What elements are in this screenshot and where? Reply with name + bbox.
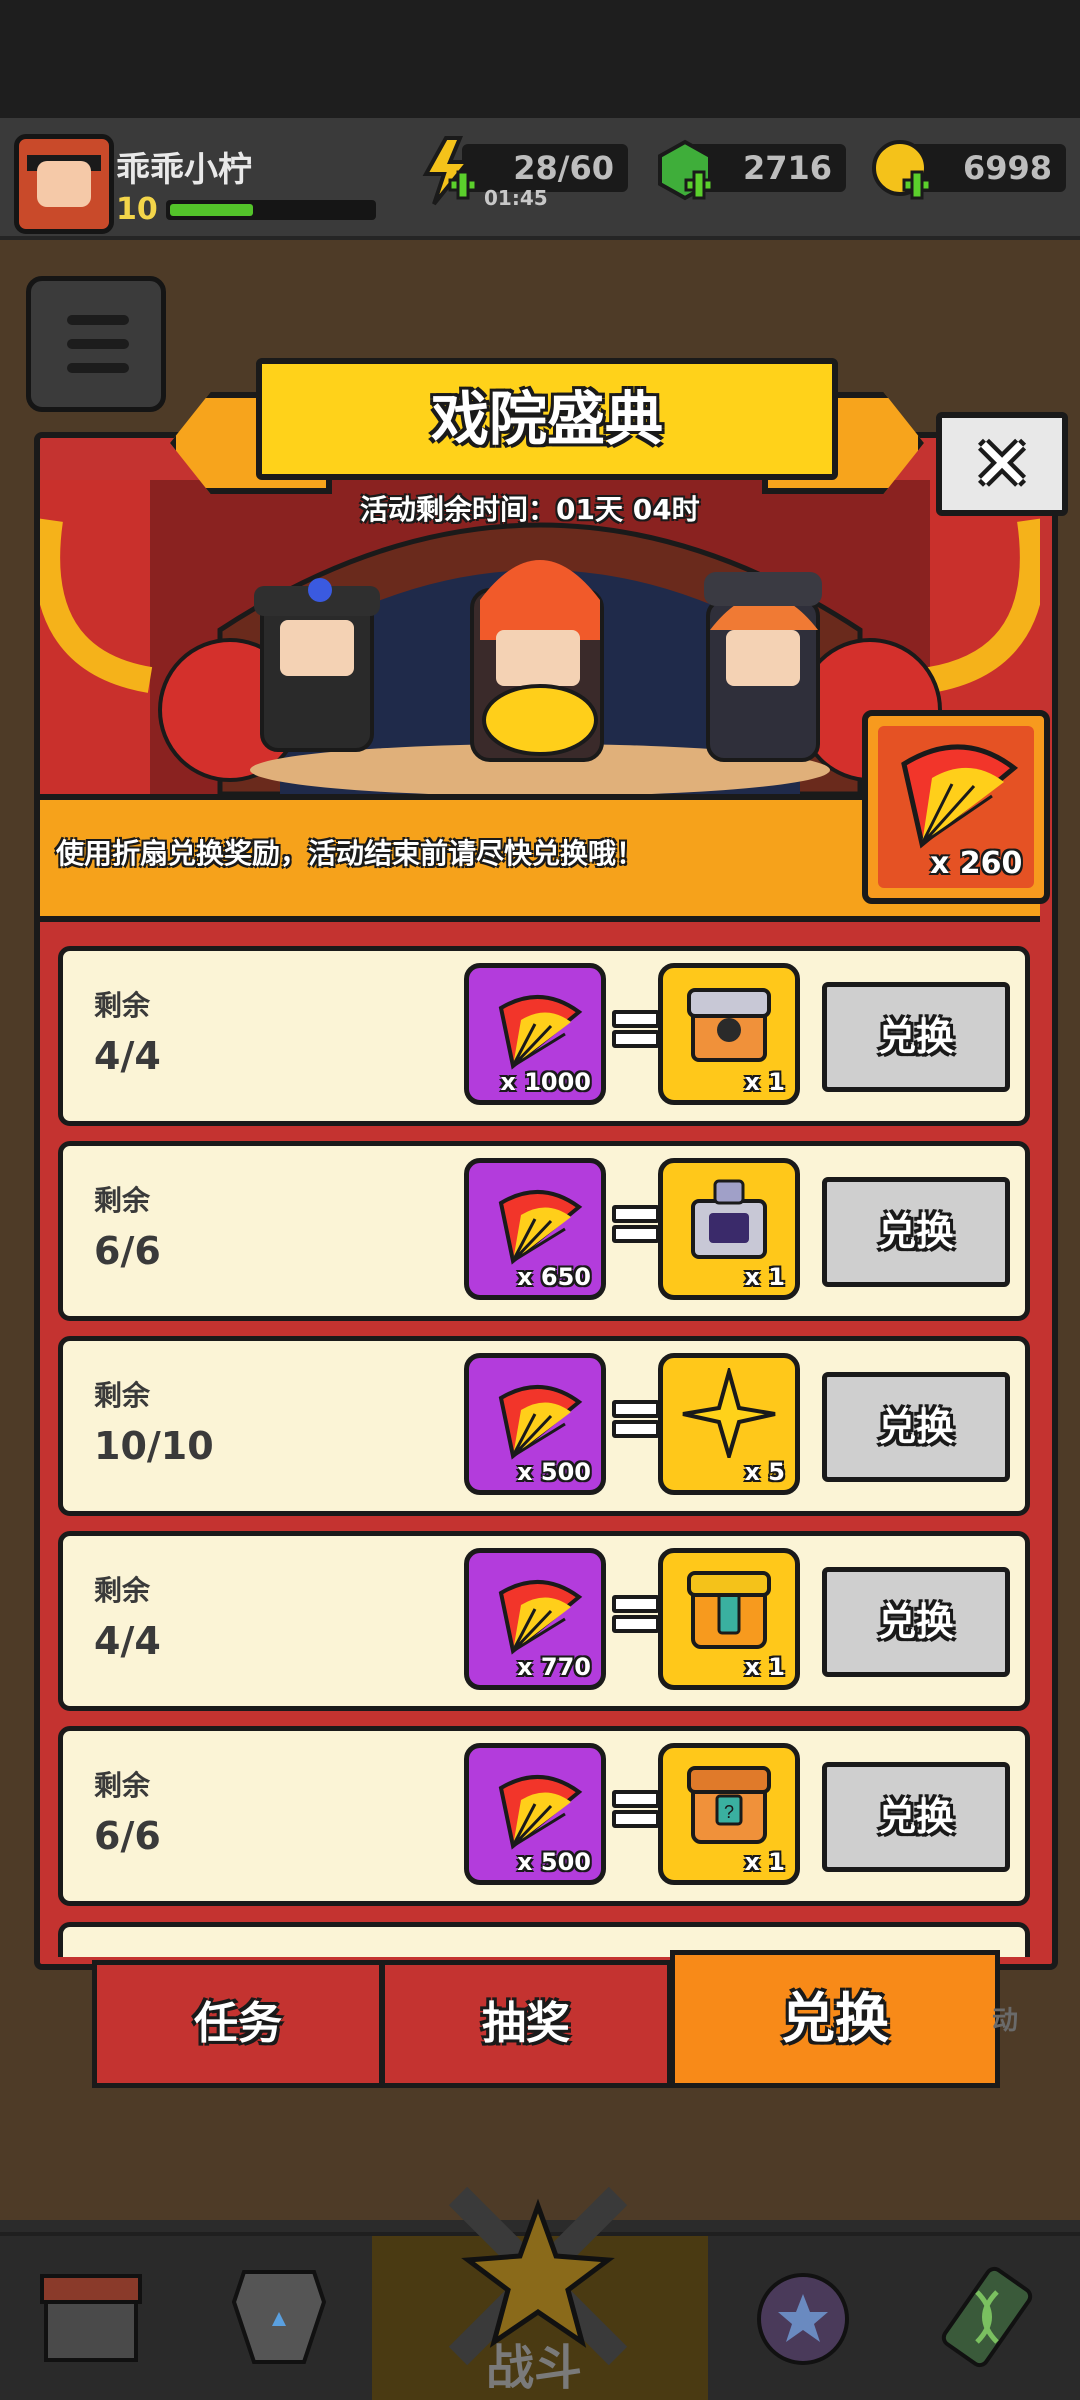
cost-amount: x 770 [517,1653,591,1681]
energy-add-icon[interactable] [416,134,482,208]
nav-battle-label: 战斗 [486,2340,583,2396]
gem-add-icon[interactable] [650,136,720,206]
reward-quantity: x 1 [744,1848,785,1876]
event-title: 戏院盛典 [256,358,838,480]
tab-exchange[interactable]: 兑换 [670,1950,1000,2088]
remaining-count: 4/4 [94,1619,161,1663]
nav-equipment[interactable] [184,2236,376,2400]
reward-quantity: x 1 [744,1263,785,1291]
exchange-button[interactable]: 兑换 [822,1567,1010,1677]
close-icon: ✕ [971,422,1033,506]
player-avatar[interactable] [14,134,114,234]
remaining-count: 4/4 [94,1034,161,1078]
remaining-label: 剩余 [94,1379,151,1412]
tab-task[interactable]: 任务 [92,1960,384,2088]
equals-icon [612,1595,660,1633]
fan-icon [495,1768,585,1856]
equals-icon [612,1400,660,1438]
cost-amount: x 500 [517,1848,591,1876]
fan-icon [495,988,585,1076]
close-button[interactable]: ✕ [936,412,1068,516]
nav-evolve[interactable] [896,2236,1080,2400]
cost-amount: x 1000 [500,1068,591,1096]
reward-quantity: x 1 [744,1068,785,1096]
purple-chest-icon [679,1173,779,1267]
fan-icon [495,1573,585,1661]
xp-bar-fill [170,204,253,216]
reward-item[interactable]: ? x 1 [658,1743,800,1885]
notice-text: 使用折扇兑换奖励，活动结束前请尽快兑换哦！ [56,837,645,870]
gold-chest-icon [679,1563,779,1657]
menu-button[interactable] [26,276,166,412]
exchange-button[interactable]: 兑换 [822,1372,1010,1482]
svg-text:?: ? [724,1802,734,1822]
remaining-count: 6/6 [94,1814,161,1858]
cost-item: x 650 [464,1158,606,1300]
cost-item: x 500 [464,1743,606,1885]
remaining-label: 剩余 [94,1769,151,1802]
remaining-label: 剩余 [94,989,151,1022]
exchange-button[interactable]: 兑换 [822,1177,1010,1287]
event-timer: 活动剩余时间：01天 04时 [360,493,700,526]
reward-quantity: x 5 [744,1458,785,1486]
armor-icon [231,2270,327,2364]
system-status-bar [0,0,1080,118]
equals-icon [612,1790,660,1828]
energy-timer: 01:45 [484,186,548,210]
reward-item[interactable]: x 5 [658,1353,800,1495]
fan-count: x 260 [930,846,1023,881]
star-shard-icon [679,1364,779,1464]
shop-icon [40,2274,142,2362]
cost-item: x 500 [464,1353,606,1495]
cost-item: x 770 [464,1548,606,1690]
nav-skills[interactable] [708,2236,900,2400]
cost-amount: x 500 [517,1458,591,1486]
cost-amount: x 650 [517,1263,591,1291]
remaining-label: 剩余 [94,1184,151,1217]
tab-lottery[interactable]: 抽奖 [380,1960,672,2088]
equals-icon [612,1010,660,1048]
exchange-button[interactable]: 兑换 [822,1762,1010,1872]
player-name: 乖乖小柠 [116,150,252,190]
exchange-button[interactable]: 兑换 [822,982,1010,1092]
reward-item[interactable]: x 1 [658,963,800,1105]
mystery-chest-icon: ? [679,1758,779,1852]
reward-item[interactable]: x 1 [658,1548,800,1690]
player-level: 10 [116,192,158,227]
equals-icon [612,1205,660,1243]
silver-chest-icon [679,978,779,1072]
coin-add-icon[interactable] [868,136,938,206]
dna-icon [941,2266,1033,2368]
nav-shop[interactable] [0,2236,188,2400]
remaining-count: 6/6 [94,1229,161,1273]
fan-icon [901,744,1019,849]
energy-counter: 28/60 [462,144,628,192]
fan-icon [495,1378,585,1466]
remaining-count: 10/10 [94,1424,214,1468]
side-event-label[interactable]: 动 [992,2000,1018,2037]
reward-quantity: x 1 [744,1653,785,1681]
skill-orb-icon [757,2273,849,2365]
reward-item[interactable]: x 1 [658,1158,800,1300]
fan-icon [495,1183,585,1271]
cost-item: x 1000 [464,963,606,1105]
remaining-label: 剩余 [94,1574,151,1607]
